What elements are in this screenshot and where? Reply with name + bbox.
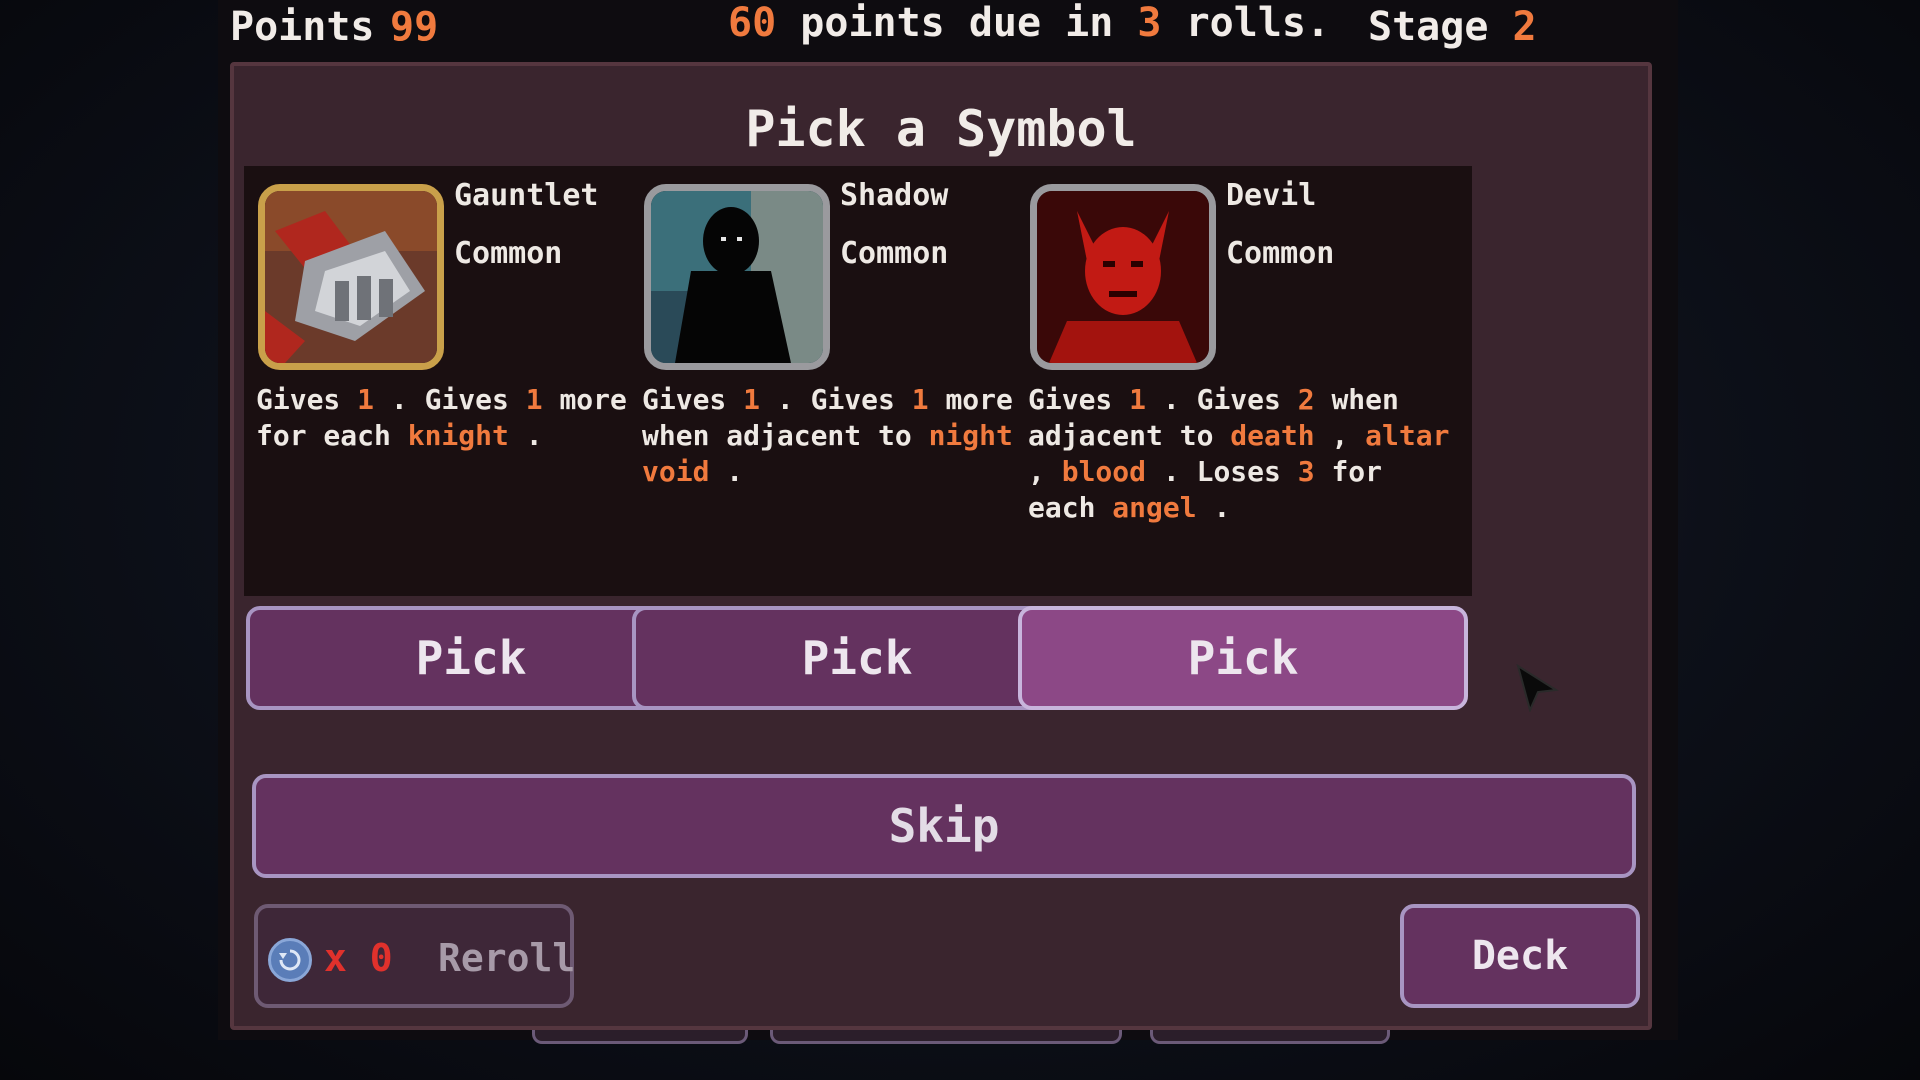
highlight-term: 1 (525, 383, 543, 416)
description-text: Gives (1028, 383, 1130, 416)
pick-devil-button[interactable]: Pick (1018, 606, 1468, 710)
card-description: Gives 1 . Gives 1 more for each knight . (256, 382, 686, 454)
description-text: . (508, 419, 543, 452)
pick-gauntlet-button[interactable]: Pick (246, 606, 696, 710)
stage-value: 2 (1512, 4, 1537, 50)
stage-indicator: Stage 2 (1368, 4, 1537, 50)
symbol-card-devil: Devil Common Gives 1 . Gives 2 when adja… (1016, 166, 1472, 596)
highlight-term: knight (407, 419, 509, 452)
points-label: Points (230, 4, 375, 50)
due-rolls: 3 (1137, 0, 1162, 46)
underlying-tab (770, 1030, 1122, 1044)
highlight-term: void (642, 455, 710, 488)
description-text: Gives (256, 383, 358, 416)
highlight-term: 2 (1297, 383, 1315, 416)
highlight-term: death (1230, 419, 1315, 452)
game-window: Points 99 60 points due in 3 rolls. Stag… (218, 0, 1678, 1044)
reroll-label: Reroll (438, 936, 576, 980)
card-name: Gauntlet (454, 178, 599, 213)
description-text: . Gives (374, 383, 526, 416)
shadow-icon (644, 184, 830, 370)
reroll-button[interactable]: x 0 Reroll (254, 904, 576, 1008)
description-text: . Gives (760, 383, 912, 416)
card-rarity: Common (1226, 236, 1335, 271)
highlight-term: 1 (911, 383, 929, 416)
highlight-term: altar (1365, 419, 1450, 452)
description-text: . (709, 455, 744, 488)
highlight-term: night (928, 419, 1013, 452)
underlying-tab (1150, 1030, 1390, 1044)
highlight-term: 1 (743, 383, 761, 416)
description-text: . (1196, 491, 1231, 524)
description-text: Gives (642, 383, 744, 416)
card-description: Gives 1 . Gives 2 when adjacent to death… (1028, 382, 1458, 526)
pick-shadow-button[interactable]: Pick (632, 606, 1082, 710)
highlight-term: 1 (1129, 383, 1147, 416)
points-value: 99 (390, 4, 439, 50)
highlight-term: 1 (357, 383, 375, 416)
devil-icon (1030, 184, 1216, 370)
deck-button[interactable]: Deck (1400, 904, 1640, 1008)
skip-button[interactable]: Skip (252, 774, 1636, 878)
mouse-cursor-icon (1516, 664, 1559, 712)
stage-label: Stage (1368, 4, 1513, 50)
status-bar: Points 99 60 points due in 3 rolls. Stag… (218, 0, 1678, 58)
due-text-end: rolls. (1161, 0, 1331, 46)
background: Points 99 60 points due in 3 rolls. Stag… (0, 0, 1920, 1080)
card-name: Shadow (840, 178, 949, 213)
panel-title: Pick a Symbol (745, 100, 1137, 158)
reroll-icon (268, 938, 312, 982)
description-text: . Loses (1146, 455, 1298, 488)
card-description: Gives 1 . Gives 1 more when adjacent to … (642, 382, 1072, 490)
description-text: , (1314, 419, 1366, 452)
underlying-tab (532, 1030, 748, 1044)
card-rarity: Common (840, 236, 949, 271)
description-text: . Gives (1146, 383, 1298, 416)
rent-due-text: 60 points due in 3 rolls. (728, 0, 1330, 46)
card-name: Devil (1226, 178, 1317, 213)
pick-symbol-panel: Pick a Symbol Gauntlet Common Gives 1 . … (230, 62, 1652, 1030)
highlight-term: 3 (1297, 455, 1315, 488)
card-rarity: Common (454, 236, 563, 271)
highlight-term: angel (1112, 491, 1197, 524)
gauntlet-icon (258, 184, 444, 370)
due-text-mid: points due in (776, 0, 1138, 46)
due-amount: 60 (728, 0, 777, 46)
reroll-count: x 0 (324, 936, 393, 980)
highlight-term: blood (1061, 455, 1147, 488)
